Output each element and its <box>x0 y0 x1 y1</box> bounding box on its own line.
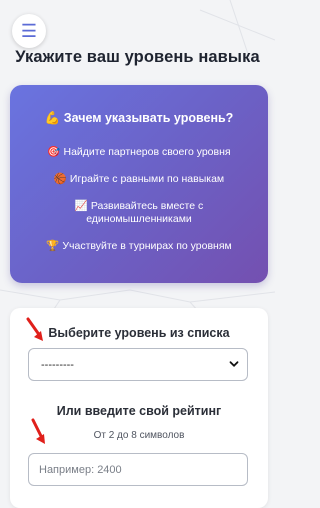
menu-icon: ☰ <box>20 21 38 41</box>
info-card: 💪 Зачем указывать уровень? 🎯 Найдите парт… <box>10 85 268 283</box>
page-title: Укажите ваш уровень навыка <box>15 48 260 66</box>
chart-increasing-icon: 📈 <box>74 200 88 212</box>
info-heading-text: Зачем указывать уровень? <box>63 111 234 125</box>
level-select[interactable]: --------- <box>28 348 248 381</box>
chevron-down-icon <box>229 361 239 367</box>
flexed-biceps-icon: 💪 <box>44 111 61 125</box>
level-select-value: --------- <box>41 358 74 371</box>
info-heading: 💪 Зачем указывать уровень? <box>10 111 268 126</box>
info-item-partners: 🎯 Найдите партнеров своего уровня <box>10 146 268 159</box>
rating-hint: От 2 до 8 символов <box>93 430 185 441</box>
info-item-text: Найдите партнеров своего уровня <box>63 146 231 158</box>
basketball-icon: 🏀 <box>53 173 67 185</box>
info-item-tournaments: 🏆 Участвуйте в турнирах по уровням <box>10 240 268 253</box>
level-form: Выберите уровень из списка --------- Или… <box>10 308 268 508</box>
rating-label: Или введите свой рейтинг <box>56 404 222 418</box>
menu-button[interactable]: ☰ <box>12 14 46 48</box>
info-item-text-line1: Развивайтесь вместе с <box>90 200 204 212</box>
trophy-icon: 🏆 <box>46 240 60 252</box>
info-item-text: Играйте с равными по навыкам <box>69 173 225 185</box>
rating-input[interactable] <box>28 453 248 486</box>
info-item-text: Участвуйте в турнирах по уровням <box>62 240 232 252</box>
target-icon: 🎯 <box>47 146 61 158</box>
select-level-label: Выберите уровень из списка <box>48 326 230 340</box>
info-item-develop: 📈 Развивайтесь вместе с единомышленниками <box>10 200 268 226</box>
info-item-equals: 🏀 Играйте с равными по навыкам <box>10 173 268 186</box>
info-item-text-line2: единомышленниками <box>86 213 192 225</box>
